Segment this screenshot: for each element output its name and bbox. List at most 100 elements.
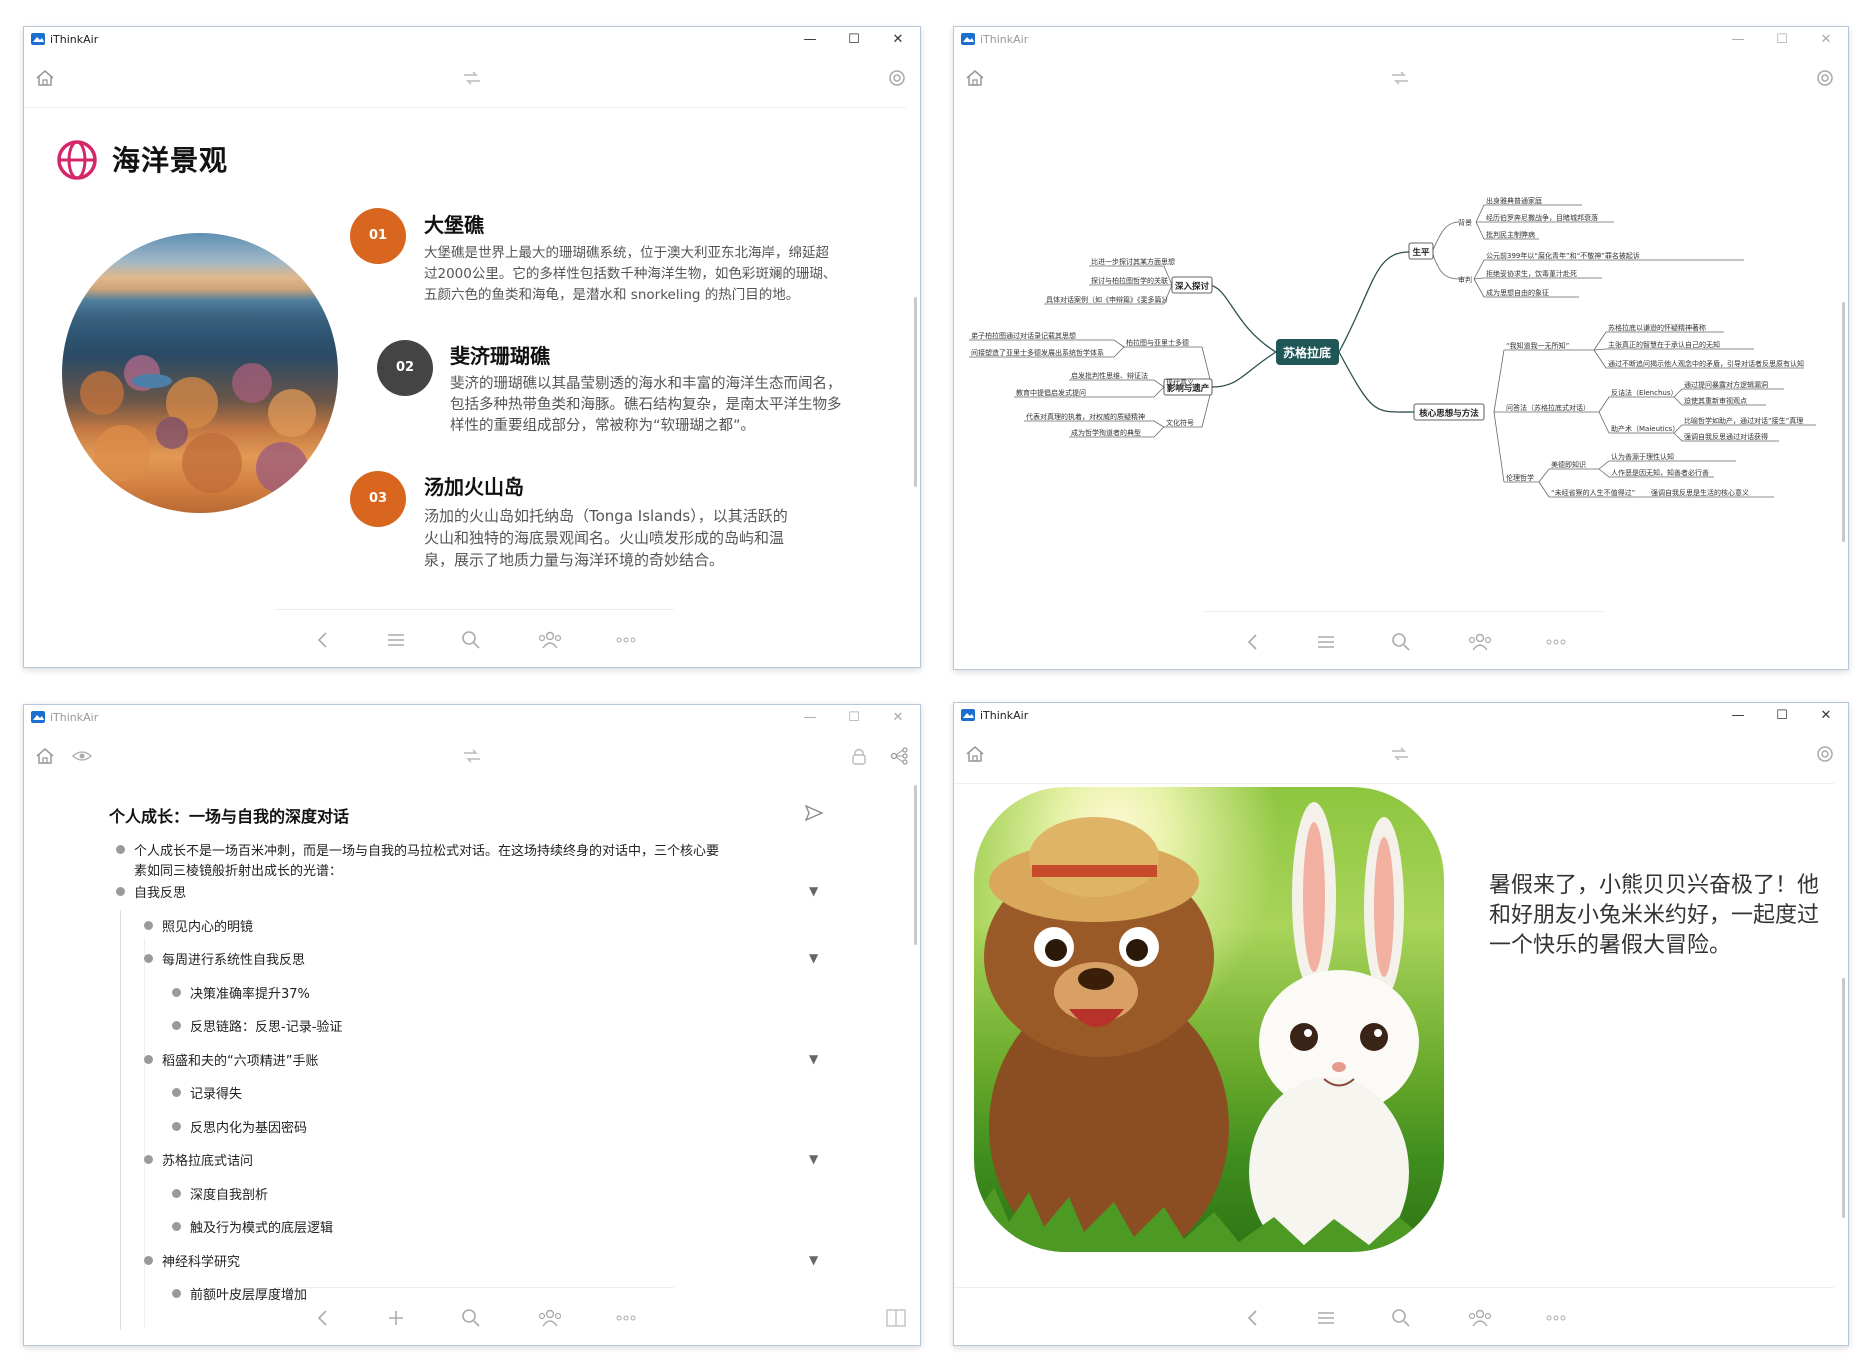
branch-hexin[interactable]: 核心思想与方法 [1419,408,1479,419]
home-icon[interactable] [34,745,56,767]
node-yx-c2[interactable]: 成为哲学殉道者的典型 [1071,428,1141,437]
node-hx-b1a[interactable]: 通过提问暴露对方逻辑漏洞 [1684,380,1768,389]
users-icon[interactable] [536,629,564,651]
node-hx-b2a[interactable]: 比喻哲学如助产，通过对话“接生”真理 [1684,416,1803,425]
outline-item[interactable]: 深度自我剖析 [172,1184,724,1206]
lock-icon[interactable] [848,745,870,767]
outline-item[interactable]: 记录得失 [172,1083,724,1105]
node-bj2[interactable]: 经历伯罗奔尼撒战争，目睹城邦衰落 [1486,213,1598,222]
scrollbar[interactable] [914,297,917,487]
node-hx-b1[interactable]: 反诘法（Elenchus） [1611,388,1677,397]
node-hx-c1b[interactable]: 人作恶是因无知，知善者必行善 [1611,468,1709,477]
back-icon[interactable] [1241,631,1265,653]
menu-icon[interactable] [1314,1307,1338,1329]
node-beijing[interactable]: 背景 [1458,218,1472,227]
node-hx-b2[interactable]: 助产术（Maieutics） [1611,424,1679,433]
node-sr2[interactable]: 探讨与柏拉图哲学的关联 [1091,276,1168,285]
minimize-button[interactable]: — [788,705,832,731]
node-sr3[interactable]: 具体对话案例（如《申辩篇》《斐多篇》） [1046,295,1172,304]
close-button[interactable]: ✕ [1804,703,1848,729]
mindmap-center-node[interactable]: 苏格拉底 [1283,345,1331,360]
settings-gear-icon[interactable] [1814,743,1836,765]
outline-item[interactable]: 自我反思 [116,882,724,904]
outline-item[interactable]: 每周进行系统性自我反思 [144,949,724,971]
users-icon[interactable] [1466,631,1494,653]
node-shenpan[interactable]: 审判 [1458,275,1472,284]
node-hx-b2b[interactable]: 强调自我反思通过对话获得 [1684,432,1768,441]
node-yx-b[interactable]: 现代意义 [1166,378,1194,387]
collapse-toggle-icon[interactable]: ▼ [809,951,818,965]
collapse-toggle-icon[interactable]: ▼ [809,1152,818,1166]
node-hx-c2[interactable]: “未经省察的人生不值得过” [1551,488,1635,497]
close-button[interactable]: ✕ [876,27,920,53]
outline-item[interactable]: 稻盛和夫的“六项精进”手账 [144,1050,724,1072]
collapse-toggle-icon[interactable]: ▼ [809,1253,818,1267]
node-hx-b[interactable]: 问答法（苏格拉底式对话） [1506,403,1590,412]
node-hx-c[interactable]: 伦理哲学 [1506,473,1534,482]
node-hx-b1b[interactable]: 迫使其重新审视观点 [1684,396,1747,405]
swap-arrows-icon[interactable] [1389,743,1411,765]
search-icon[interactable] [1389,1307,1413,1329]
add-icon[interactable] [384,1307,408,1329]
outline-item[interactable]: 决策准确率提升37% [172,983,724,1005]
more-dots-icon[interactable] [614,629,638,651]
node-yx-c[interactable]: 文化符号 [1166,418,1194,427]
send-icon[interactable] [804,803,824,823]
outline-item[interactable]: 苏格拉底式诘问 [144,1150,724,1172]
outline-item[interactable]: 反思内化为基因密码 [172,1117,724,1139]
sidebar-toggle-icon[interactable] [884,1307,908,1329]
back-icon[interactable] [311,1307,335,1329]
node-sp3[interactable]: 成为思想自由的象征 [1486,288,1549,297]
home-icon[interactable] [964,743,986,765]
node-hx-a3[interactable]: 通过不断追问揭示他人观念中的矛盾，引导对话者反思原有认知 [1608,359,1804,368]
more-dots-icon[interactable] [1544,631,1568,653]
more-dots-icon[interactable] [614,1307,638,1329]
node-yx-a1[interactable]: 弟子柏拉图通过对话录记载其思想 [971,331,1076,340]
node-yx-a[interactable]: 柏拉图与亚里士多德 [1126,338,1189,347]
back-icon[interactable] [311,629,335,651]
home-icon[interactable] [34,67,56,89]
collapse-toggle-icon[interactable]: ▼ [809,884,818,898]
node-sp2[interactable]: 拒绝妥协求生，饮毒堇汁赴死 [1486,269,1577,278]
node-hx-a[interactable]: “我知道我一无所知” [1506,341,1569,350]
node-hx-a1[interactable]: 苏格拉底以谦逊的怀疑精神著称 [1608,323,1706,332]
minimize-button[interactable]: — [1716,703,1760,729]
back-icon[interactable] [1241,1307,1265,1329]
outline-item[interactable]: 照见内心的明镜 [144,916,724,938]
menu-icon[interactable] [1314,631,1338,653]
menu-icon[interactable] [384,629,408,651]
node-hx-c1[interactable]: 美德即知识 [1551,460,1586,469]
branch-shengping[interactable]: 生平 [1412,247,1430,258]
node-sp1[interactable]: 公元前399年以“腐化青年”和“不敬神”罪名被起诉 [1486,251,1640,260]
swap-arrows-icon[interactable] [461,67,483,89]
scrollbar[interactable] [1842,978,1845,1218]
outline-item[interactable]: 反思链路：反思-记录-验证 [172,1016,724,1038]
swap-arrows-icon[interactable] [461,745,483,767]
scrollbar[interactable] [914,785,917,945]
maximize-button[interactable]: ☐ [832,27,876,53]
outline-item[interactable]: 神经科学研究 [144,1251,724,1273]
minimize-button[interactable]: — [788,27,832,53]
node-bj1[interactable]: 出身雅典普通家庭 [1486,196,1542,205]
mindmap-view-icon[interactable] [888,745,910,767]
maximize-button[interactable]: ☐ [832,705,876,731]
node-bj3[interactable]: 批判民主制弊病 [1486,230,1535,239]
node-hx-c1a[interactable]: 认为善源于理性认知 [1611,452,1674,461]
node-yx-c1[interactable]: 代表对真理的执着，对权威的质疑精神 [1026,412,1145,421]
node-yx-a2[interactable]: 间接塑造了亚里士多德发展出系统哲学体系 [971,348,1104,357]
close-button[interactable]: ✕ [876,705,920,731]
search-icon[interactable] [459,1307,483,1329]
branch-shenru[interactable]: 深入探讨 [1175,281,1210,292]
more-dots-icon[interactable] [1544,1307,1568,1329]
eye-icon[interactable] [71,745,93,767]
node-yx-b2[interactable]: 教育中提倡启发式提问 [1016,388,1086,397]
collapse-toggle-icon[interactable]: ▼ [809,1052,818,1066]
search-icon[interactable] [459,629,483,651]
outline-item[interactable]: 触及行为模式的底层逻辑 [172,1217,724,1239]
node-hx-a2[interactable]: 主张真正的智慧在于承认自己的无知 [1608,340,1720,349]
maximize-button[interactable]: ☐ [1760,703,1804,729]
node-hx-c2a[interactable]: 强调自我反思是生活的核心意义 [1651,488,1749,497]
node-yx-b1[interactable]: 启发批判性思维、辩证法 [1071,371,1148,380]
node-sr1[interactable]: 比进一步探讨其某方面思想 [1091,257,1175,266]
search-icon[interactable] [1389,631,1413,653]
